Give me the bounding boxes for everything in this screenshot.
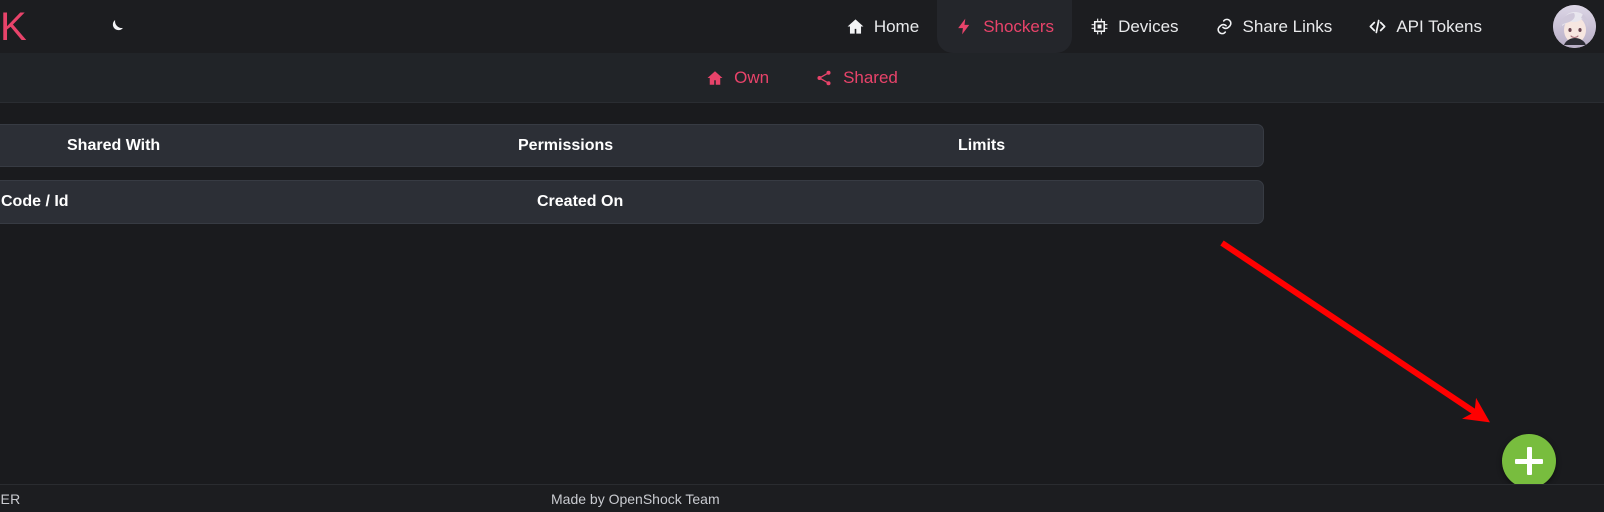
column-header-permissions[interactable]: Permissions [518,137,613,155]
avatar[interactable] [1553,5,1596,48]
column-header-limits[interactable]: Limits [958,137,1005,155]
nav-item-shockers[interactable]: Shockers [937,0,1073,53]
code-icon [1368,17,1387,36]
nav-label-api-tokens: API Tokens [1396,16,1482,36]
brand-text: OCK [0,4,28,49]
subnav-item-own[interactable]: Own [706,68,769,88]
nav-label-devices: Devices [1118,16,1179,36]
subnav-label-own: Own [734,67,770,87]
footer: NTAINER Made by OpenShock Team [0,484,1604,512]
column-header-created-on[interactable]: Created On [537,193,623,211]
home-icon [706,69,724,87]
footer-credit-text: Made by OpenShock Team [551,490,720,507]
brand-logo[interactable]: OCK [0,0,28,53]
plus-icon-vertical [1526,447,1532,475]
sub-navigation: Own Shared [0,53,1604,103]
lightning-icon [955,17,974,36]
share-codes-table: Code / Id Created On [0,180,1264,224]
column-header-code-id[interactable]: Code / Id [1,193,69,211]
moon-icon[interactable] [108,17,126,35]
subnav-label-shared: Shared [843,67,898,87]
shared-with-table: Shared With Permissions Limits [0,124,1264,167]
column-header-shared-with[interactable]: Shared With [67,137,160,155]
subnav-item-shared[interactable]: Shared [815,68,898,88]
nav-label-shockers: Shockers [983,16,1055,36]
top-header: OCK Home Shockers [0,0,1604,53]
microchip-icon [1090,17,1109,36]
main-navigation: Home Shockers Devices Share Links API To… [828,0,1500,53]
nav-item-api-tokens[interactable]: API Tokens [1350,0,1500,53]
nav-item-devices[interactable]: Devices [1072,0,1196,53]
nav-item-share-links[interactable]: Share Links [1197,0,1351,53]
table-header-row: Shared With Permissions Limits [0,125,1263,166]
add-share-link-fab[interactable] [1502,434,1556,488]
home-icon [846,17,865,36]
table-header-row: Code / Id Created On [0,181,1263,223]
link-icon [1215,17,1234,36]
footer-left-text: NTAINER [0,490,21,507]
share-icon [815,69,833,87]
nav-label-home: Home [873,16,920,36]
nav-label-share-links: Share Links [1242,16,1333,36]
nav-item-home[interactable]: Home [828,0,937,53]
